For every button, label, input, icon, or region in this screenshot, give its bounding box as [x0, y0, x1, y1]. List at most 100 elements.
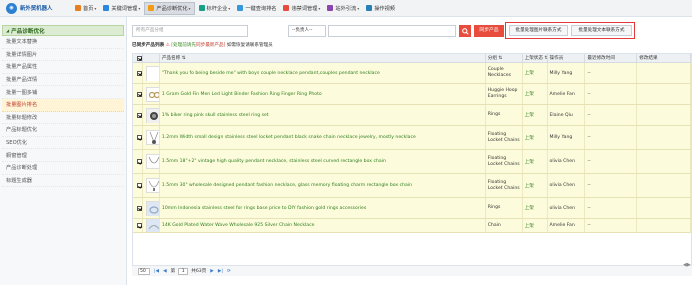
row-checkbox[interactable] — [137, 159, 142, 164]
row-checkbox[interactable] — [137, 70, 142, 76]
last-page-icon[interactable]: ▶| — [218, 269, 223, 274]
product-thumbnail[interactable] — [145, 200, 159, 216]
table-row[interactable]: 1.5mm 30" wholesale designed pendant fas… — [133, 174, 691, 198]
sidebar-item[interactable]: SEO优化 — [2, 137, 124, 150]
sidebar-item[interactable]: 产品标题优化 — [2, 124, 124, 137]
row-checkbox-cell — [133, 126, 143, 149]
nav-item-3[interactable]: building-icon标杆企业▾ — [196, 2, 234, 15]
search-button[interactable] — [459, 25, 471, 37]
nav-item-1[interactable]: key-icon关键词管理▾ — [100, 2, 143, 15]
product-title[interactable]: 1% biker ring pink skull stainless steel… — [160, 105, 486, 125]
product-thumbnail[interactable] — [145, 154, 159, 169]
table-row[interactable]: 1 Gram Gold Fin Men Led Light Binder Fas… — [133, 84, 691, 105]
modify-result — [637, 84, 691, 104]
product-group: Chain — [486, 219, 523, 232]
product-title[interactable]: "Thank you fo being beside me" with boys… — [160, 63, 486, 83]
product-title[interactable]: 1 Gram Gold Fin Men Led Light Binder Fas… — [160, 84, 486, 104]
table-row[interactable]: 14K Gold Plated Water Wave Wholesale 925… — [133, 219, 691, 233]
modified-time: -- — [585, 84, 638, 104]
nav-item-label: 标杆企业 — [206, 5, 228, 12]
modify-result — [637, 219, 691, 232]
product-thumbnail[interactable] — [145, 219, 159, 232]
prev-page-icon[interactable]: ◀ — [163, 269, 167, 274]
sidebar-header[interactable]: ◢ 产品诊断优化 — [2, 25, 124, 36]
chevron-down-icon: ▾ — [228, 5, 231, 11]
sidebar-item[interactable]: 批量产品详情 — [2, 74, 124, 87]
product-thumbnail[interactable] — [145, 130, 159, 145]
nav-item-0[interactable]: home-icon首页▾ — [72, 2, 99, 15]
product-title[interactable]: 1.5mm 30" wholesale designed pendant fas… — [160, 174, 486, 197]
sidebar-item[interactable]: 批量一图多铺 — [2, 86, 124, 99]
page-size-select[interactable]: 50 — [138, 267, 150, 275]
row-checkbox[interactable] — [137, 135, 142, 140]
nav-item-4[interactable]: search-rank-icon一键查询排名 — [234, 2, 279, 15]
operator-name: Milly Yang — [548, 126, 586, 149]
column-header[interactable]: 上架状态 ⇅ — [523, 54, 548, 63]
sidebar-item[interactable]: 产品诊断处理 — [2, 162, 124, 175]
modify-result — [637, 126, 691, 149]
thumb-cell — [143, 63, 160, 83]
row-checkbox[interactable] — [137, 91, 142, 97]
product-title[interactable]: 1.5mm 18"+2" vintage high quality pendan… — [160, 150, 486, 173]
operator-name: olivia Chen — [548, 198, 586, 218]
first-page-icon[interactable]: |◀ — [154, 269, 159, 274]
sidebar-item[interactable]: 批量产品属性 — [2, 61, 124, 74]
pagination-bar: 50 |◀ ◀ 第 1 共63页 ▶ ▶| ⟳ — [132, 265, 692, 276]
search-icon — [461, 27, 469, 35]
nav-item-7[interactable]: video-icon操作视频 — [363, 2, 398, 15]
sidebar-item[interactable]: 标题生成器 — [2, 175, 124, 188]
scroll-arrows-icon[interactable]: ◀▶ — [683, 262, 692, 269]
modified-time: -- — [585, 105, 638, 125]
thumb-cell — [143, 219, 160, 232]
sidebar: ◢ 产品诊断优化 批量文本替换 批量详情图片 批量产品属性 批量产品详情 批量一图多铺批… — [0, 17, 127, 285]
product-title[interactable]: 1.2mm Width small design stainless steel… — [160, 126, 486, 149]
thumb-cell — [143, 150, 160, 173]
row-checkbox[interactable] — [137, 223, 142, 228]
row-checkbox[interactable] — [137, 205, 142, 211]
nav-item-6[interactable]: traffic-icon站外引流▾ — [324, 2, 362, 15]
main-nav: home-icon首页▾key-icon关键词管理▾product-icon产品… — [72, 0, 399, 17]
sidebar-item[interactable]: 批量详情图片 — [2, 49, 124, 62]
refresh-icon[interactable]: ⟳ — [227, 269, 231, 274]
sync-first-link[interactable]: [处理前请先 — [171, 43, 196, 48]
product-thumbnail[interactable] — [145, 65, 159, 81]
row-checkbox-cell — [133, 84, 143, 104]
sidebar-item[interactable]: 橱窗管理 — [2, 149, 124, 162]
logo[interactable]: ◉ 新外贸机器人 — [0, 0, 72, 17]
product-title[interactable]: 14K Gold Plated Water Wave Wholesale 925… — [160, 219, 486, 232]
sidebar-item[interactable]: 批量图片排名 — [2, 98, 124, 112]
product-group: Floating Locket Chains — [486, 150, 523, 173]
column-header[interactable]: 分组 ⇅ — [486, 54, 523, 63]
keyword-input[interactable] — [328, 25, 456, 37]
product-title[interactable]: 10mm Indonesia stainless steel for rings… — [160, 198, 486, 218]
operator-name: Milly Yang — [548, 63, 586, 83]
table-row[interactable]: 1.2mm Width small design stainless steel… — [133, 126, 691, 150]
page-input[interactable]: 1 — [178, 267, 189, 275]
sync-products-button[interactable]: 同步产品 — [474, 25, 504, 37]
table-row[interactable]: 1% biker ring pink skull stainless steel… — [133, 105, 691, 126]
batch-actions-highlight: 批量处理图片联系方式 批量处理文本联系方式 — [505, 22, 635, 39]
row-checkbox[interactable] — [137, 183, 142, 188]
next-page-icon[interactable]: ▶ — [210, 269, 214, 274]
product-group-input[interactable]: 所有产品分组 — [132, 25, 248, 37]
info-prefix: 已同步产品列表 — [132, 43, 165, 48]
nav-item-5[interactable]: ban-icon违禁词管理▾ — [280, 2, 323, 15]
product-thumbnail[interactable] — [145, 86, 159, 102]
row-checkbox-cell — [133, 174, 143, 197]
table-row[interactable]: 10mm Indonesia stainless steel for rings… — [133, 198, 691, 219]
batch-image-contact-button[interactable]: 批量处理图片联系方式 — [509, 25, 568, 36]
sidebar-header-label: 产品诊断优化 — [11, 28, 45, 35]
product-thumbnail[interactable] — [145, 107, 159, 123]
column-header[interactable]: 产品名称 ⇅ — [160, 54, 486, 63]
nav-item-2[interactable]: product-icon产品诊断优化▾ — [144, 1, 195, 15]
table-row[interactable]: 1.5mm 18"+2" vintage high quality pendan… — [133, 150, 691, 174]
sidebar-item[interactable]: 批量标题修改 — [2, 112, 124, 125]
row-checkbox[interactable] — [137, 112, 142, 118]
table-row[interactable]: "Thank you fo being beside me" with boys… — [133, 63, 691, 84]
product-thumbnail[interactable] — [145, 178, 159, 193]
owner-select[interactable]: --负责人-- — [288, 25, 326, 37]
thumb-cell — [143, 126, 160, 149]
batch-text-contact-button[interactable]: 批量处理文本联系方式 — [571, 25, 632, 36]
sidebar-item[interactable]: 批量文本替换 — [2, 36, 124, 49]
select-all-checkbox[interactable] — [137, 55, 142, 61]
